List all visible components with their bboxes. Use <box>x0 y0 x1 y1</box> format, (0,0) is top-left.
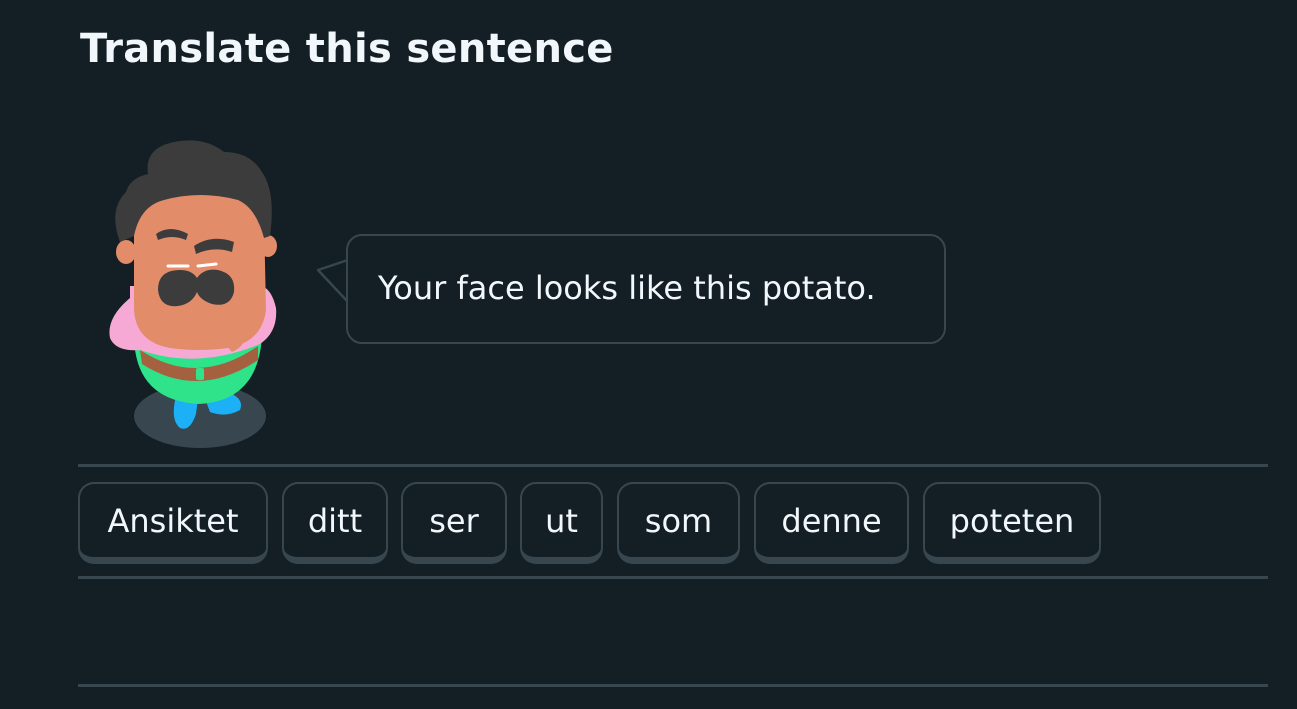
word-tile-ser[interactable]: ser <box>401 482 507 564</box>
word-tile-ditt[interactable]: ditt <box>282 482 388 564</box>
translate-challenge: Translate this sentence Your face looks … <box>0 0 1297 709</box>
answer-line-top <box>78 464 1268 467</box>
prompt-sentence[interactable]: Your face looks like this potato. <box>378 236 876 341</box>
speech-bubble: Your face looks like this potato. <box>346 234 946 344</box>
word-tile-denne[interactable]: denne <box>754 482 909 564</box>
word-tile-ut[interactable]: ut <box>520 482 603 564</box>
answer-line-middle <box>78 576 1268 579</box>
belt-loop <box>196 368 204 380</box>
character-ear-right <box>259 235 277 257</box>
word-tile-poteten[interactable]: poteten <box>923 482 1101 564</box>
word-tile-som[interactable]: som <box>617 482 740 564</box>
character-eye-right <box>196 262 218 268</box>
challenge-title: Translate this sentence <box>80 26 614 72</box>
character-ear-left <box>116 240 136 264</box>
character-illustration <box>109 140 277 448</box>
answer-line-bottom <box>78 684 1268 687</box>
word-tile-ansiktet[interactable]: Ansiktet <box>78 482 268 564</box>
